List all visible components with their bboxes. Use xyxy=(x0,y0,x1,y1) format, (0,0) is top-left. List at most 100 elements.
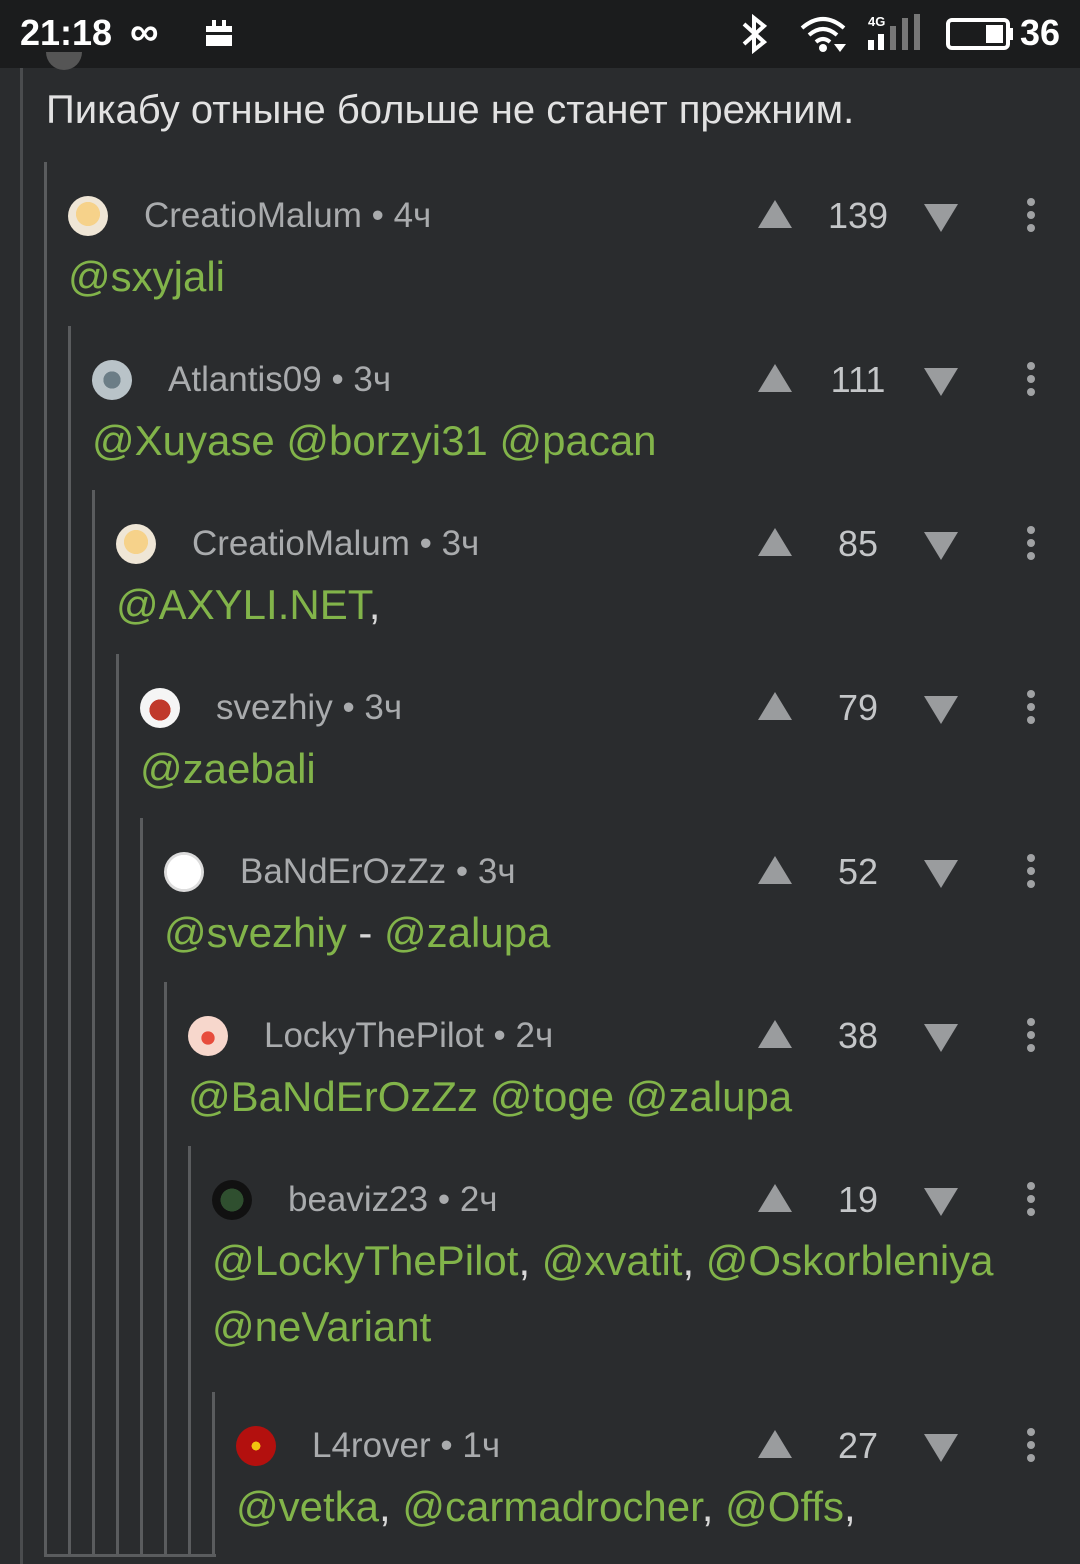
more-options-icon[interactable] xyxy=(1026,690,1036,726)
more-options-icon[interactable] xyxy=(1026,1018,1036,1054)
avatar[interactable] xyxy=(116,524,156,564)
mention-link[interactable]: @neVariant xyxy=(212,1303,431,1350)
mention-link[interactable]: @BaNdErOzZz xyxy=(188,1073,478,1120)
downvote-icon[interactable] xyxy=(924,1188,958,1216)
comment-score: 19 xyxy=(837,1179,879,1220)
comment-time: 2ч xyxy=(515,1016,554,1055)
mention-link[interactable]: @carmadrocher xyxy=(402,1483,701,1530)
mention-separator: , xyxy=(518,1237,542,1284)
avatar[interactable] xyxy=(92,360,132,400)
meta-separator: • xyxy=(446,852,478,891)
thread-line xyxy=(212,1392,215,1556)
upvote-icon[interactable] xyxy=(758,528,792,556)
upvote-icon[interactable] xyxy=(758,1020,792,1048)
mention-link[interactable]: @LockyThePilot xyxy=(212,1237,518,1284)
comment-score: 38 xyxy=(837,1015,879,1056)
downvote-icon[interactable] xyxy=(924,696,958,724)
mention-separator xyxy=(478,1073,490,1120)
avatar[interactable] xyxy=(212,1180,252,1220)
more-options-icon[interactable] xyxy=(1026,854,1036,890)
comment-time: 1ч xyxy=(462,1426,501,1465)
thread-line xyxy=(188,1146,191,1556)
upvote-icon[interactable] xyxy=(758,200,792,228)
avatar[interactable] xyxy=(140,688,180,728)
upvote-icon[interactable] xyxy=(758,692,792,720)
infinity-icon: ∞ xyxy=(130,10,159,54)
mention-link[interactable]: @Xuyase xyxy=(92,417,275,464)
more-options-icon[interactable] xyxy=(1026,526,1036,562)
mention-link[interactable]: @toge xyxy=(490,1073,614,1120)
author-name[interactable]: beaviz23 xyxy=(288,1180,428,1219)
mention-link[interactable]: @Offs xyxy=(725,1483,844,1530)
mention-link[interactable]: @zaebali xyxy=(140,745,316,792)
thread-line xyxy=(140,818,143,1556)
author-name[interactable]: L4rover xyxy=(312,1426,431,1465)
thread-line xyxy=(92,490,95,1556)
more-options-icon[interactable] xyxy=(1026,198,1036,234)
comment-meta: svezhiy • 3ч xyxy=(216,688,402,728)
comment-score: 111 xyxy=(830,359,886,400)
comment-score: 139 xyxy=(827,195,889,236)
meta-separator: • xyxy=(409,524,442,563)
author-name[interactable]: CreatioMalum xyxy=(144,196,362,235)
upvote-icon[interactable] xyxy=(758,1184,792,1212)
mention-link[interactable]: @xvatit xyxy=(542,1237,683,1284)
avatar[interactable] xyxy=(68,196,108,236)
mention-separator xyxy=(275,417,287,464)
meta-separator: • xyxy=(483,1016,516,1055)
upvote-icon[interactable] xyxy=(758,1430,792,1458)
downvote-icon[interactable] xyxy=(924,1434,958,1462)
author-name[interactable]: Atlantis09 xyxy=(168,360,322,399)
comment-time: 3ч xyxy=(364,688,403,727)
author-name[interactable]: CreatioMalum xyxy=(192,524,410,563)
signal-icon: 4G xyxy=(868,14,920,50)
comment-score: 52 xyxy=(837,851,879,892)
author-name[interactable]: BaNdErOzZz xyxy=(240,852,446,891)
more-options-icon[interactable] xyxy=(1026,1428,1036,1464)
parent-comment-text: Пикабу отныне больше не станет прежним. xyxy=(46,88,855,132)
meta-separator: • xyxy=(428,1180,460,1219)
upvote-icon[interactable] xyxy=(758,856,792,884)
comment-body: @BaNdErOzZz @toge @zalupa xyxy=(188,1064,792,1130)
author-name[interactable]: svezhiy xyxy=(216,688,333,727)
comment-body: @LockyThePilot, @xvatit, @Oskorbleniya @n… xyxy=(212,1228,994,1360)
comment-score: 79 xyxy=(837,687,879,728)
author-name[interactable]: LockyThePilot xyxy=(264,1016,484,1055)
comment-body: @zaebali xyxy=(140,736,316,802)
mention-link[interactable]: @sxyjali xyxy=(68,253,225,300)
comment-body: @Xuyase @borzyi31 @pacan xyxy=(92,408,657,474)
meta-separator: • xyxy=(321,360,354,399)
comment-time: 3ч xyxy=(477,852,516,891)
mention-link[interactable]: @Oskorbleniya xyxy=(706,1237,994,1284)
comment-time: 3ч xyxy=(353,360,392,399)
mention-link[interactable]: @AXYLI.NET xyxy=(116,581,369,628)
more-options-icon[interactable] xyxy=(1026,1182,1036,1218)
upvote-icon[interactable] xyxy=(758,364,792,392)
mention-separator: , xyxy=(682,1237,706,1284)
more-options-icon[interactable] xyxy=(1026,362,1036,398)
avatar[interactable] xyxy=(236,1426,276,1466)
mention-link[interactable]: @zalupa xyxy=(384,909,550,956)
comment-meta: CreatioMalum • 4ч xyxy=(144,196,431,236)
downvote-icon[interactable] xyxy=(924,368,958,396)
meta-separator: • xyxy=(361,196,394,235)
mention-link[interactable]: @pacan xyxy=(499,417,656,464)
mention-link[interactable]: @vetka xyxy=(236,1483,379,1530)
mention-link[interactable]: @svezhiy xyxy=(164,909,347,956)
mention-separator: - xyxy=(346,909,385,956)
downvote-icon[interactable] xyxy=(924,1024,958,1052)
bluetooth-icon xyxy=(742,14,768,54)
thread-line xyxy=(164,982,167,1556)
avatar[interactable] xyxy=(188,1016,228,1056)
downvote-icon[interactable] xyxy=(924,204,958,232)
comment-body: @vetka, @carmadrocher, @Offs, xyxy=(236,1474,856,1540)
downvote-icon[interactable] xyxy=(924,860,958,888)
avatar[interactable] xyxy=(164,852,204,892)
comment-body: @svezhiy - @zalupa xyxy=(164,900,550,966)
downvote-icon[interactable] xyxy=(924,532,958,560)
mention-link[interactable]: @zalupa xyxy=(626,1073,792,1120)
comment-meta: CreatioMalum • 3ч xyxy=(192,524,479,564)
mention-separator xyxy=(614,1073,626,1120)
mention-link[interactable]: @borzyi31 xyxy=(286,417,487,464)
thread-line xyxy=(116,654,119,1556)
